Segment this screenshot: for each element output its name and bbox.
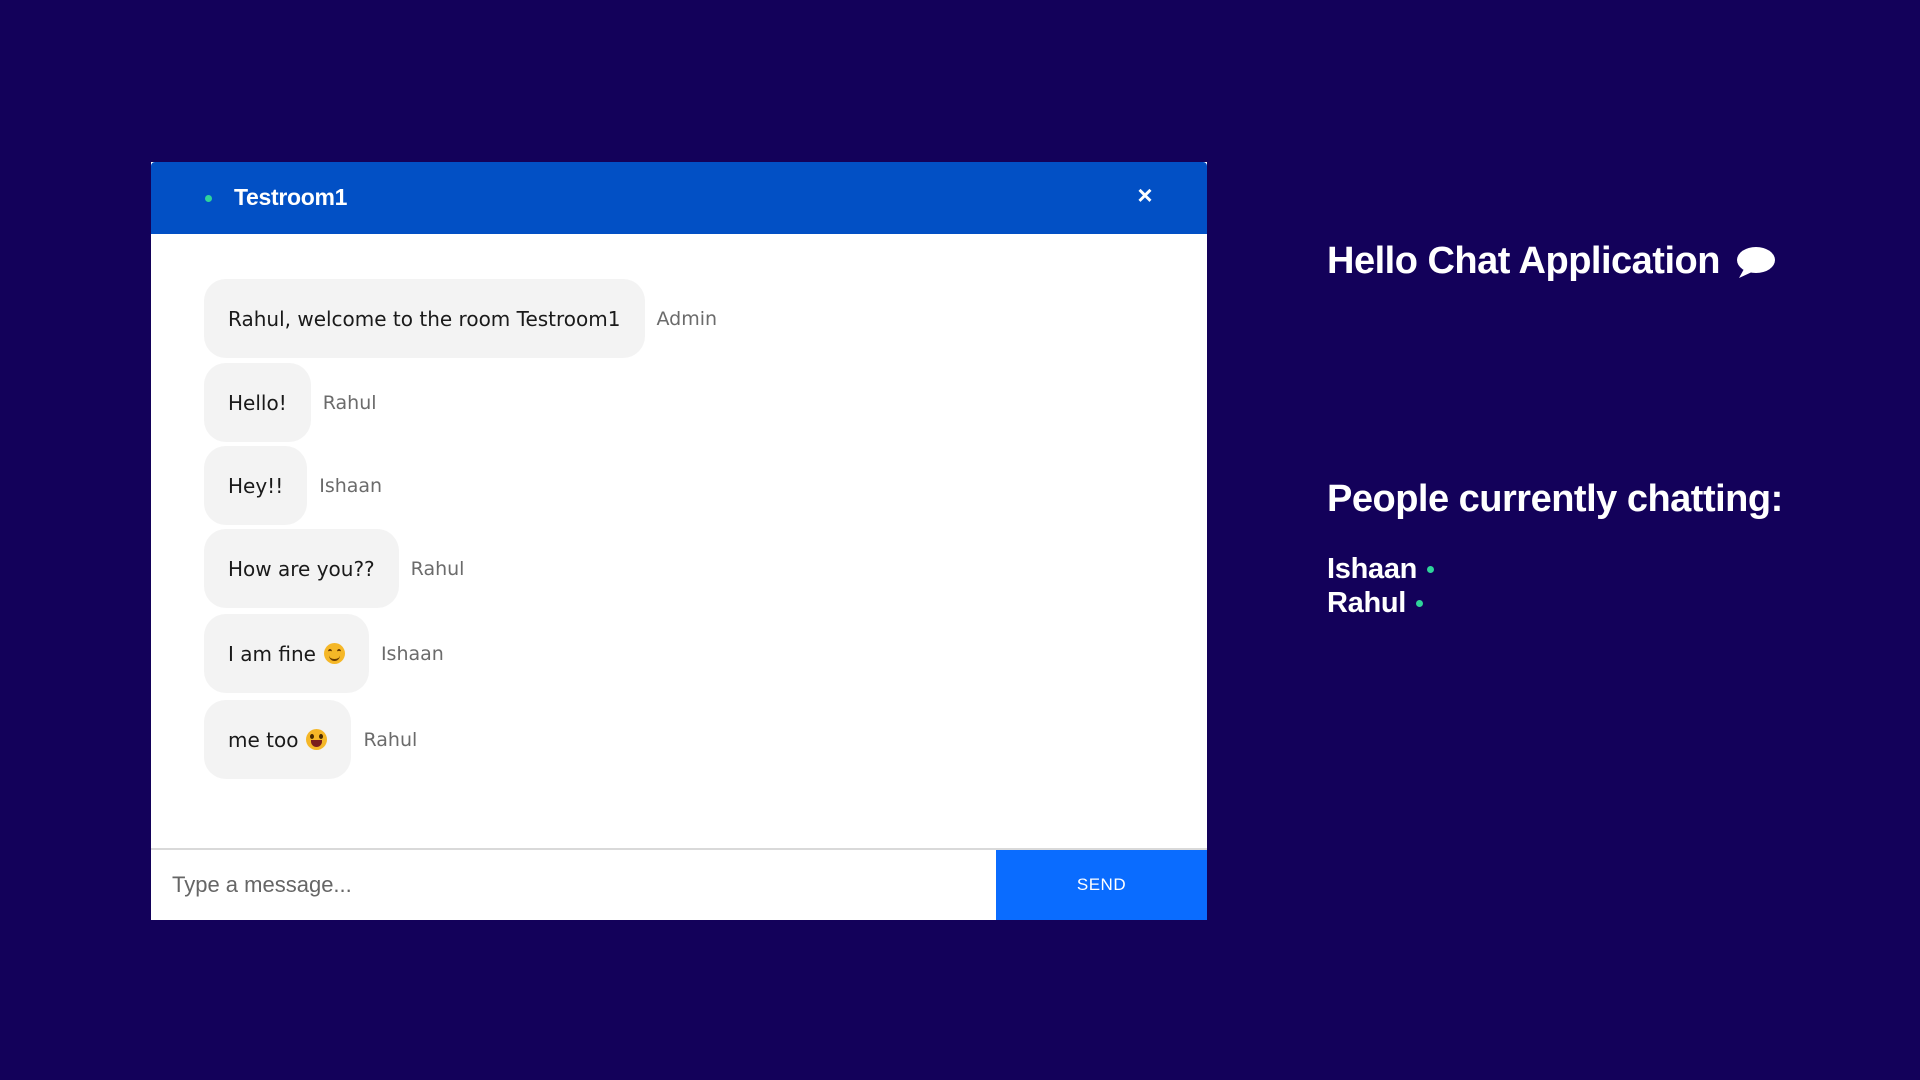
people-title: People currently chatting: [1327,478,1783,520]
message-sender: Rahul [322,391,377,414]
message-bubble: Hello! [204,363,311,442]
message-row: How are you?? Rahul [204,529,464,608]
message-sender: Ishaan [319,474,383,497]
message-sender: Admin [656,307,718,330]
message-bubble: me too [204,700,352,779]
people-list: Ishaan Rahul [1327,552,1435,620]
person-item: Rahul [1327,586,1434,620]
person-item: Ishaan [1327,552,1435,586]
message-text: I am fine [228,641,316,666]
smiling-face-icon [323,643,345,664]
chat-header: Testroom1 × [151,162,1207,234]
app-title-text: Hello Chat Application [1327,240,1720,282]
chat-window: Testroom1 × Rahul, welcome to the room T… [151,162,1207,920]
message-bubble: Rahul, welcome to the room Testroom1 [204,279,645,358]
message-sender: Ishaan [380,642,444,665]
tongue-face-icon [306,729,328,750]
message-row: Hello! Rahul [204,363,377,442]
app-title: Hello Chat Application [1327,240,1776,283]
message-sender: Rahul [363,728,418,751]
online-status-icon [1416,599,1424,607]
send-button[interactable]: SEND [996,850,1207,920]
person-name: Ishaan [1327,553,1418,585]
message-row: I am fine Ishaan [204,614,444,693]
message-text: Rahul, welcome to the room Testroom1 [228,306,621,331]
message-bubble: I am fine [204,614,369,693]
message-input[interactable] [151,850,996,920]
message-bubble: How are you?? [204,529,399,608]
message-text: Hello! [228,390,287,415]
message-row: Hey!! Ishaan [204,446,382,525]
speech-bubble-icon [1736,245,1776,279]
close-button[interactable]: × [1133,182,1157,208]
message-row: me too Rahul [204,700,417,779]
message-row: Rahul, welcome to the room Testroom1 Adm… [204,279,717,358]
message-list: Rahul, welcome to the room Testroom1 Adm… [151,234,1207,846]
message-text: Hey!! [228,473,284,498]
message-bubble: Hey!! [204,446,308,525]
message-composer: SEND [151,848,1207,920]
message-text: How are you?? [228,556,375,581]
message-text: me too [228,727,299,752]
message-sender: Rahul [410,557,465,580]
room-title: Testroom1 [234,184,348,210]
person-name: Rahul [1327,587,1407,619]
side-panel: Hello Chat Application People currently … [1327,240,1783,619]
online-status-icon [205,195,212,202]
online-status-icon [1427,565,1435,573]
